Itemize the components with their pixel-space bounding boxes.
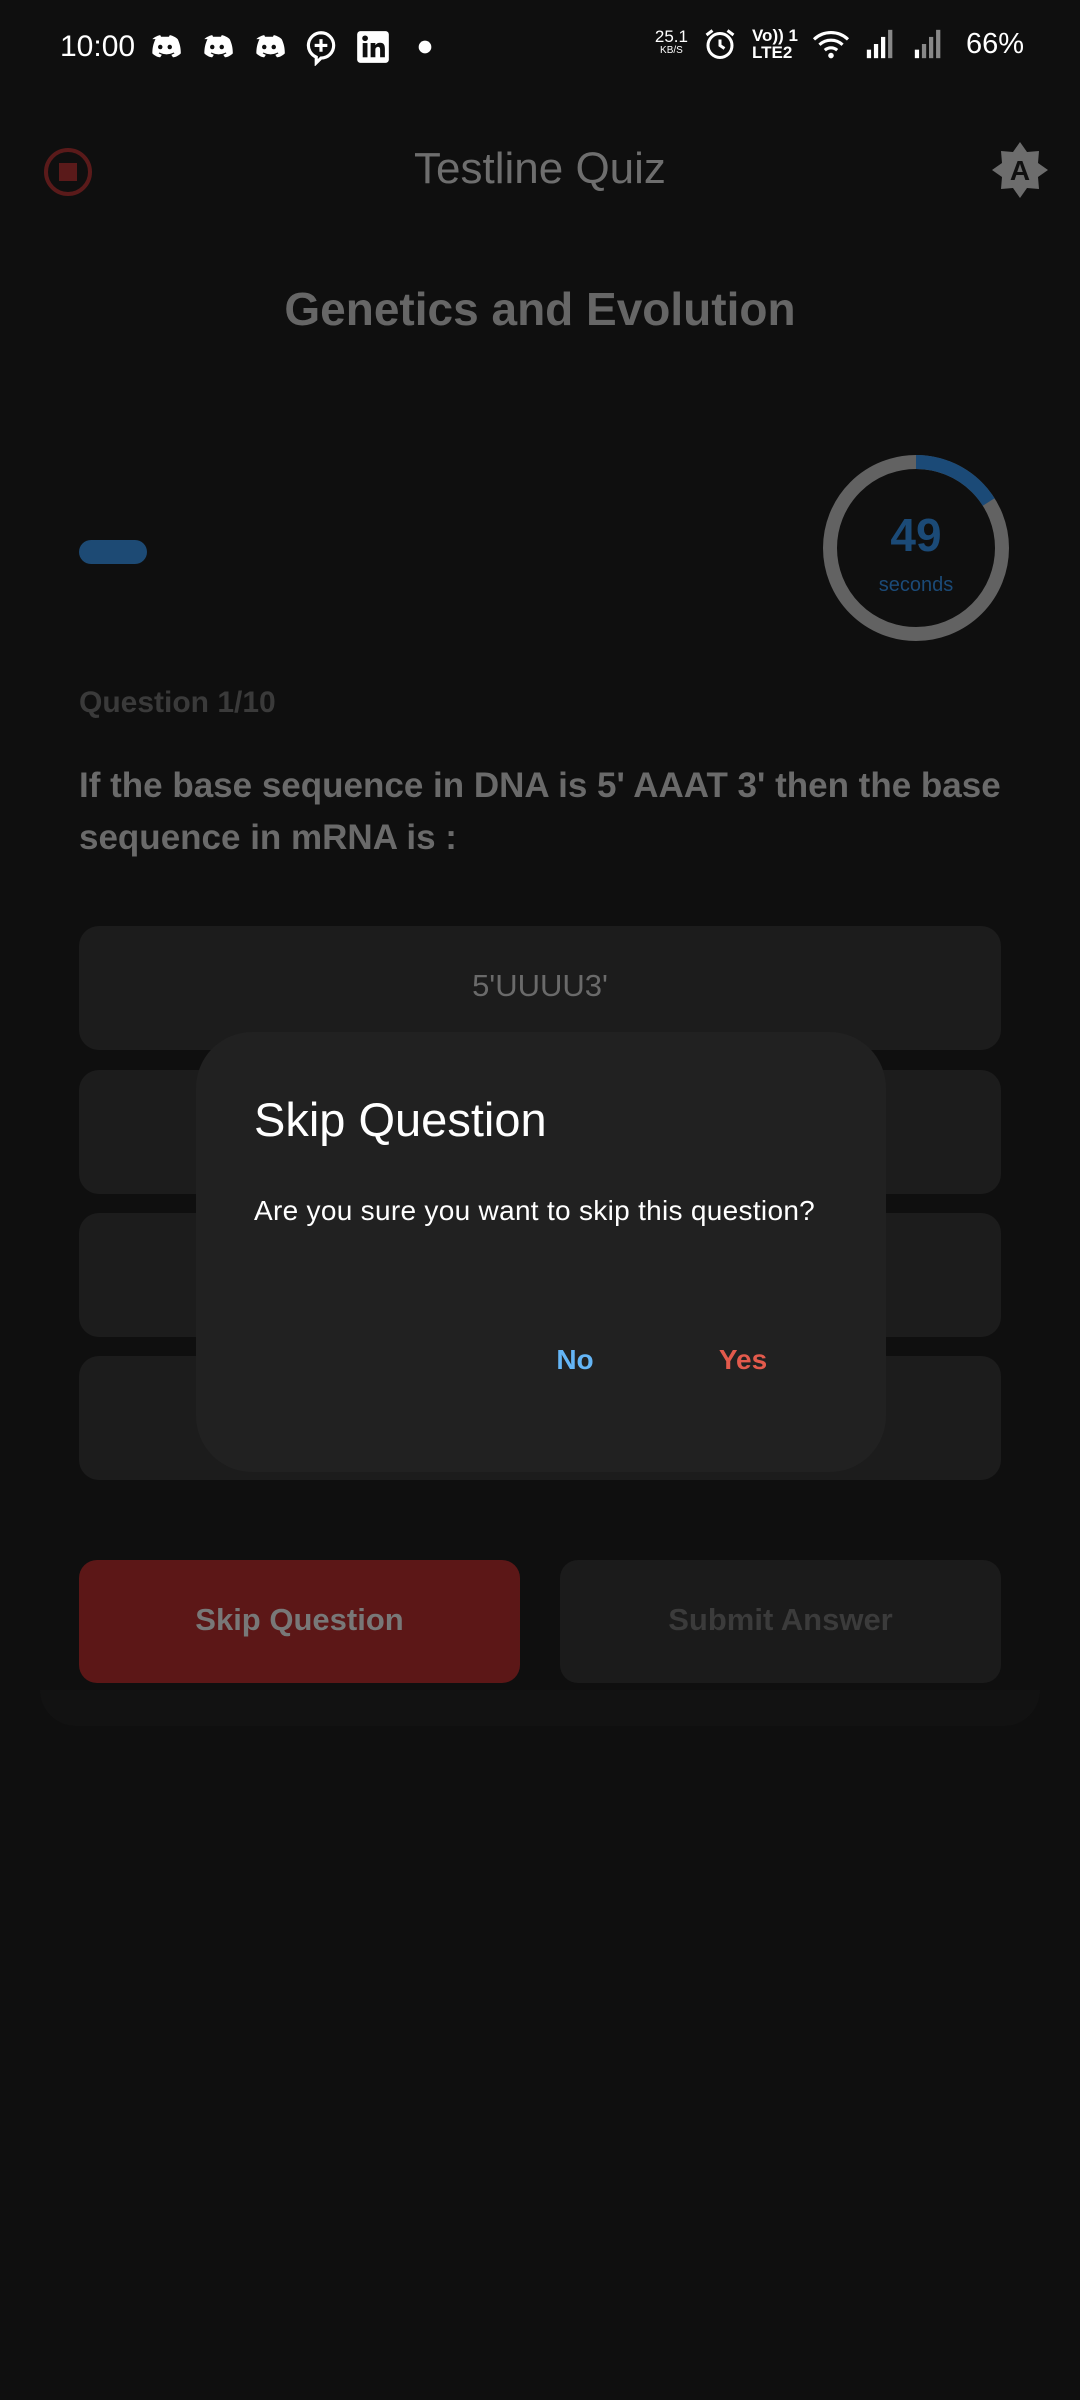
theme-toggle-button[interactable]: A xyxy=(990,140,1050,200)
app-title: Testline Quiz xyxy=(414,144,666,193)
question-text: If the base sequence in DNA is 5' AAAT 3… xyxy=(79,766,1001,857)
discord-icon xyxy=(204,35,233,58)
dot-icon xyxy=(418,40,432,54)
status-right: 25.1 KB/S Vo)) 1 LTE2 66% xyxy=(655,26,1024,62)
skip-confirm-dialog: Skip Question Are you sure you want to s… xyxy=(196,1032,886,1472)
dialog-message: Are you sure you want to skip this quest… xyxy=(254,1195,816,1226)
dialog-yes-button[interactable]: Yes xyxy=(700,1330,786,1390)
status-bar: 10:00 25.1 KB/S Vo)) 1 LTE2 66% xyxy=(0,0,1080,104)
timer-value: 49 xyxy=(890,509,942,561)
quiz-card-bottom xyxy=(40,1690,1040,1726)
volte-line1: Vo)) 1 xyxy=(751,26,798,45)
discord-icon xyxy=(256,35,285,58)
timer-unit: seconds xyxy=(878,574,954,596)
signal-icon xyxy=(914,29,941,59)
wifi-icon xyxy=(812,31,850,59)
app-bar: Testline Quiz A xyxy=(0,130,1080,210)
linkedin-icon xyxy=(357,31,389,63)
network-speed: 25.1 KB/S xyxy=(655,28,688,58)
alarm-icon xyxy=(705,29,735,59)
status-time: 10:00 xyxy=(60,30,136,63)
submit-answer-label: Submit Answer xyxy=(668,1602,893,1637)
submit-answer-button[interactable]: Submit Answer xyxy=(560,1560,1001,1683)
skip-question-label: Skip Question xyxy=(195,1602,404,1637)
skip-question-button[interactable]: Skip Question xyxy=(79,1560,520,1683)
notification-icons xyxy=(146,28,444,66)
countdown-timer: 49 seconds xyxy=(820,452,1012,644)
volte-line2: LTE2 xyxy=(751,43,793,62)
question-counter: Question 1/10 xyxy=(79,686,276,719)
signal-icon xyxy=(866,29,893,59)
auto-brightness-icon: A xyxy=(992,142,1048,198)
answer-option-label: 5'UUUU3' xyxy=(472,968,608,1003)
chat-plus-icon xyxy=(306,31,336,66)
dialog-title: Skip Question xyxy=(254,1093,547,1146)
quiz-topic: Genetics and Evolution xyxy=(284,283,796,335)
quiz-progress-bar xyxy=(79,540,147,564)
discord-icon xyxy=(152,35,181,58)
theme-letter: A xyxy=(1010,155,1030,186)
network-speed-unit: KB/S xyxy=(660,45,683,56)
volte-indicator: Vo)) 1 LTE2 xyxy=(752,27,798,61)
quiz-screen: 10:00 25.1 KB/S Vo)) 1 LTE2 66% Testline… xyxy=(0,0,1080,2400)
battery-level: 66% xyxy=(965,27,1024,60)
dialog-no-button[interactable]: No xyxy=(532,1330,618,1390)
